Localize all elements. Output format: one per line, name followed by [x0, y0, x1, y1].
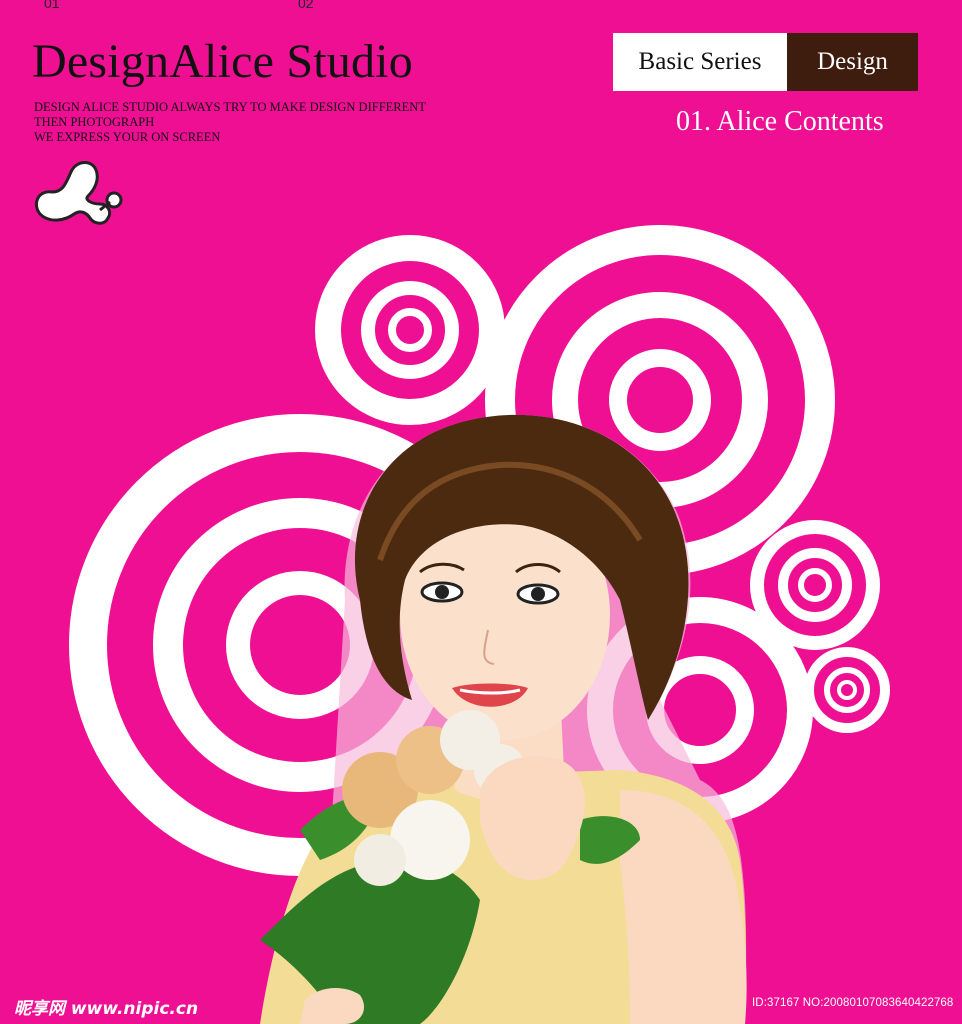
tab-basic-series[interactable]: Basic Series: [613, 33, 787, 91]
page-number-left: 01: [44, 0, 60, 11]
site-watermark: 昵享网 www.nipic.cn: [14, 999, 199, 1019]
woman-with-flowers-illustration: [260, 414, 747, 1024]
tagline: DESIGN ALICE STUDIO ALWAYS TRY TO MAKE D…: [34, 100, 426, 145]
tagline-line-3: WE EXPRESS YOUR ON SCREEN: [34, 130, 221, 144]
page-title: DesignAlice Studio: [32, 35, 413, 88]
contents-label: 01. Alice Contents: [676, 106, 884, 137]
tagline-line-1: DESIGN ALICE STUDIO ALWAYS TRY TO MAKE D…: [34, 100, 426, 114]
tagline-line-2: THEN PHOTOGRAPH: [34, 115, 155, 129]
page-number-right: 02: [298, 0, 314, 11]
tab-design[interactable]: Design: [787, 33, 918, 91]
id-watermark: ID:37167 NO:20080107083640422768: [752, 997, 954, 1009]
